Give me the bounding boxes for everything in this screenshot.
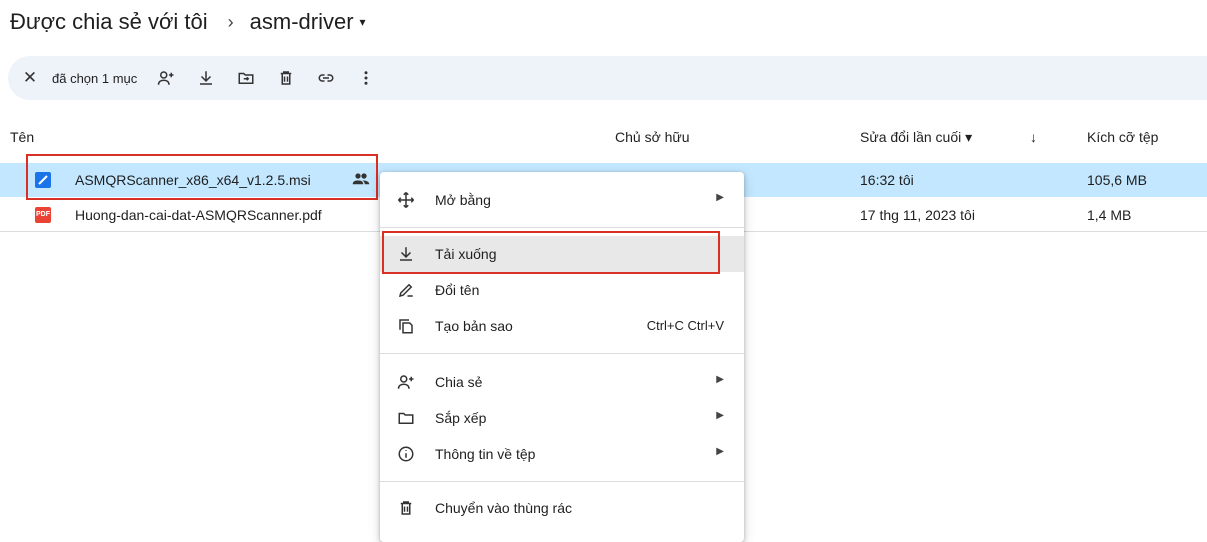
file-highlight-box — [26, 154, 378, 200]
trash-icon[interactable] — [275, 67, 297, 89]
copy-shortcut: Ctrl+C Ctrl+V — [646, 318, 724, 333]
context-menu: Mở bằng ▶ Tải xuống Đổi tên Tạo bản sao … — [380, 172, 744, 542]
file-modified: 17 thg 11, 2023 tôi — [860, 207, 975, 223]
menu-item-share[interactable]: Chia sẻ ▶ — [380, 364, 744, 400]
trash-icon — [397, 499, 415, 517]
menu-item-move-to-trash[interactable]: Chuyển vào thùng rác — [380, 490, 744, 526]
menu-item-organize[interactable]: Sắp xếp ▶ — [380, 400, 744, 436]
menu-label: Tạo bản sao — [435, 318, 513, 334]
download-highlight-box — [382, 231, 720, 274]
more-actions-icon[interactable] — [355, 67, 377, 89]
rename-pencil-icon — [397, 281, 415, 299]
move-to-folder-icon[interactable] — [235, 67, 257, 89]
menu-label: Đổi tên — [435, 282, 480, 298]
folder-icon — [397, 409, 415, 427]
file-size: 105,6 MB — [1087, 172, 1147, 188]
menu-divider — [380, 353, 744, 354]
menu-divider — [380, 481, 744, 482]
menu-label: Chuyển vào thùng rác — [435, 500, 572, 516]
file-modified: 16:32 tôi — [860, 172, 914, 188]
sort-direction-icon[interactable]: ↓ — [1030, 129, 1037, 145]
share-person-add-icon[interactable] — [155, 67, 177, 89]
breadcrumb-current-folder[interactable]: asm-driver — [250, 9, 354, 35]
column-owner-header[interactable]: Chủ sở hữu — [615, 129, 690, 145]
pdf-file-icon: PDF — [35, 207, 51, 223]
file-name[interactable]: Huong-dan-cai-dat-ASMQRScanner.pdf — [75, 207, 322, 223]
download-icon[interactable] — [195, 67, 217, 89]
menu-item-open-with[interactable]: Mở bằng ▶ — [380, 182, 744, 218]
menu-item-rename[interactable]: Đổi tên — [380, 272, 744, 308]
file-list-header: Tên Chủ sở hữu Sửa đổi lần cuối ▾ ↓ Kích… — [0, 126, 1207, 150]
open-with-icon — [397, 191, 415, 209]
submenu-arrow-icon: ▶ — [716, 374, 724, 385]
menu-label: Chia sẻ — [435, 374, 483, 390]
folder-dropdown-icon[interactable]: ▾ — [360, 15, 366, 29]
breadcrumb: Được chia sẻ với tôi › asm-driver ▾ — [10, 4, 366, 40]
copy-icon — [397, 317, 415, 335]
column-name-header[interactable]: Tên — [10, 129, 34, 145]
menu-item-file-info[interactable]: Thông tin về tệp ▶ — [380, 436, 744, 472]
breadcrumb-separator: › — [227, 11, 234, 32]
selection-toolbar: ✕ đã chọn 1 mục — [8, 56, 1207, 100]
menu-label: Mở bằng — [435, 192, 491, 208]
share-person-add-icon — [397, 373, 415, 391]
submenu-arrow-icon: ▶ — [716, 192, 724, 203]
copy-link-icon[interactable] — [315, 67, 337, 89]
menu-label: Sắp xếp — [435, 410, 487, 426]
menu-divider — [380, 227, 744, 228]
file-size: 1,4 MB — [1087, 207, 1132, 223]
info-icon — [397, 445, 415, 463]
column-modified-header[interactable]: Sửa đổi lần cuối ▾ — [860, 129, 972, 146]
column-size-header[interactable]: Kích cỡ tệp — [1087, 129, 1158, 145]
breadcrumb-shared-with-me[interactable]: Được chia sẻ với tôi — [10, 9, 208, 35]
selection-count: đã chọn 1 mục — [52, 70, 138, 86]
menu-label: Thông tin về tệp — [435, 446, 536, 462]
submenu-arrow-icon: ▶ — [716, 410, 724, 421]
submenu-arrow-icon: ▶ — [716, 446, 724, 457]
clear-selection-button[interactable]: ✕ — [20, 68, 40, 88]
menu-item-make-copy[interactable]: Tạo bản sao Ctrl+C Ctrl+V — [380, 308, 744, 344]
